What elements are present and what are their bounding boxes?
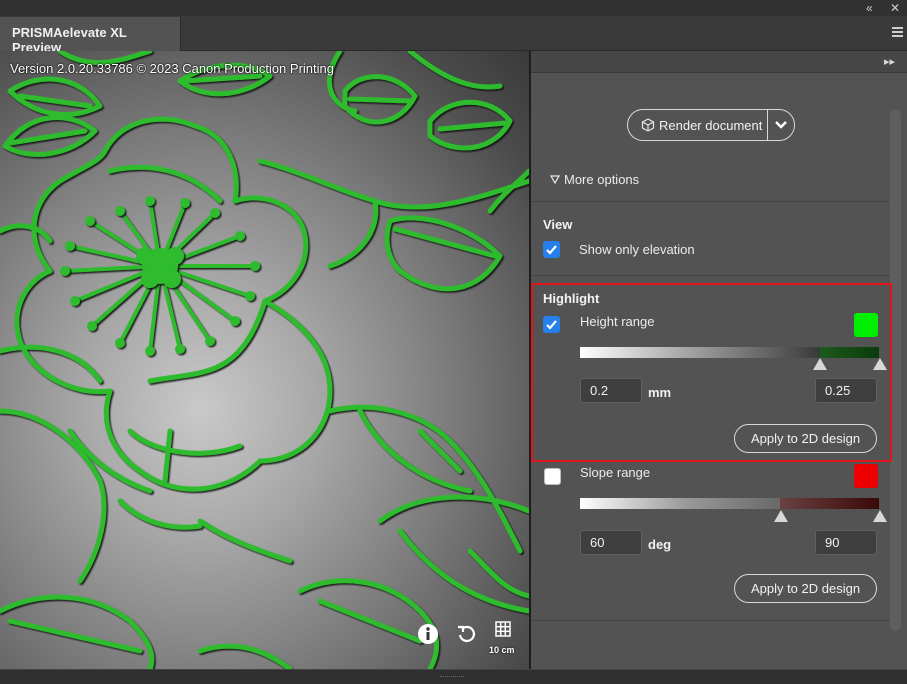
chevron-down-icon: [775, 121, 787, 129]
preview-viewer[interactable]: Version 2.0.20.33786 © 2023 Canon Produc…: [0, 51, 529, 669]
tab-prismaelevate-preview[interactable]: PRISMAelevate XL Preview: [0, 17, 181, 55]
slope-range-label: Slope range: [580, 465, 651, 480]
panel-menu-icon[interactable]: [892, 27, 903, 37]
more-options-label: More options: [564, 172, 640, 187]
slope-apply-to-2d-button[interactable]: Apply to 2D design: [734, 574, 877, 603]
panel-header: ▸▸: [531, 51, 907, 73]
height-range-max-input[interactable]: 0.25: [815, 378, 877, 403]
slope-range-checkbox[interactable]: [544, 468, 561, 485]
close-icon[interactable]: ✕: [890, 0, 900, 16]
version-label: Version 2.0.20.33786 © 2023 Canon Produc…: [10, 61, 334, 76]
slope-range-slider[interactable]: [580, 498, 879, 509]
show-only-elevation-checkbox[interactable]: [543, 241, 560, 258]
slope-range-min-input[interactable]: 60: [580, 530, 642, 555]
options-panel: ▸▸ Render document More options View Sho…: [531, 51, 907, 669]
render-document-main[interactable]: Render document: [628, 110, 767, 140]
triangle-down-icon: [550, 175, 560, 184]
divider: [531, 275, 890, 276]
more-options-toggle[interactable]: More options: [550, 172, 639, 187]
grid-scale-label: 10 cm: [489, 645, 515, 655]
highlight-section-title: Highlight: [543, 291, 600, 306]
height-range-slider[interactable]: [580, 347, 879, 358]
divider: [531, 201, 890, 202]
render-document-label: Render document: [659, 117, 763, 133]
double-chevron-right-icon[interactable]: ▸▸: [884, 55, 895, 68]
height-range-max-thumb[interactable]: [873, 358, 887, 370]
render-dropdown-button[interactable]: [768, 110, 794, 140]
double-chevron-left-icon[interactable]: «: [866, 0, 873, 16]
view-section-title: View: [543, 217, 573, 232]
flower-artwork: [0, 51, 529, 669]
render-document-button[interactable]: Render document: [627, 109, 795, 141]
window-top-bar: « ✕: [0, 0, 907, 16]
show-only-elevation-label: Show only elevation: [579, 242, 695, 257]
cube-icon: [641, 118, 655, 132]
height-range-checkbox[interactable]: [543, 316, 560, 333]
slope-range-min-thumb[interactable]: [774, 510, 788, 522]
slope-unit-label: deg: [648, 537, 672, 552]
bottom-status-bar: [0, 669, 907, 684]
slope-range-color-swatch[interactable]: [854, 464, 878, 488]
info-icon[interactable]: [417, 623, 439, 645]
height-range-min-thumb[interactable]: [813, 358, 827, 370]
height-apply-to-2d-button[interactable]: Apply to 2D design: [734, 424, 877, 453]
tab-bar: PRISMAelevate XL Preview: [0, 16, 907, 55]
reset-rotate-icon[interactable]: [456, 623, 478, 645]
height-unit-label: mm: [648, 385, 672, 400]
height-range-label: Height range: [580, 314, 655, 329]
divider: [531, 620, 890, 621]
slope-range-max-thumb[interactable]: [873, 510, 887, 522]
grid-icon[interactable]: [494, 620, 516, 642]
slope-range-max-input[interactable]: 90: [815, 530, 877, 555]
height-range-color-swatch[interactable]: [854, 313, 878, 337]
scrollbar[interactable]: [890, 109, 901, 631]
height-range-min-input[interactable]: 0.2: [580, 378, 642, 403]
